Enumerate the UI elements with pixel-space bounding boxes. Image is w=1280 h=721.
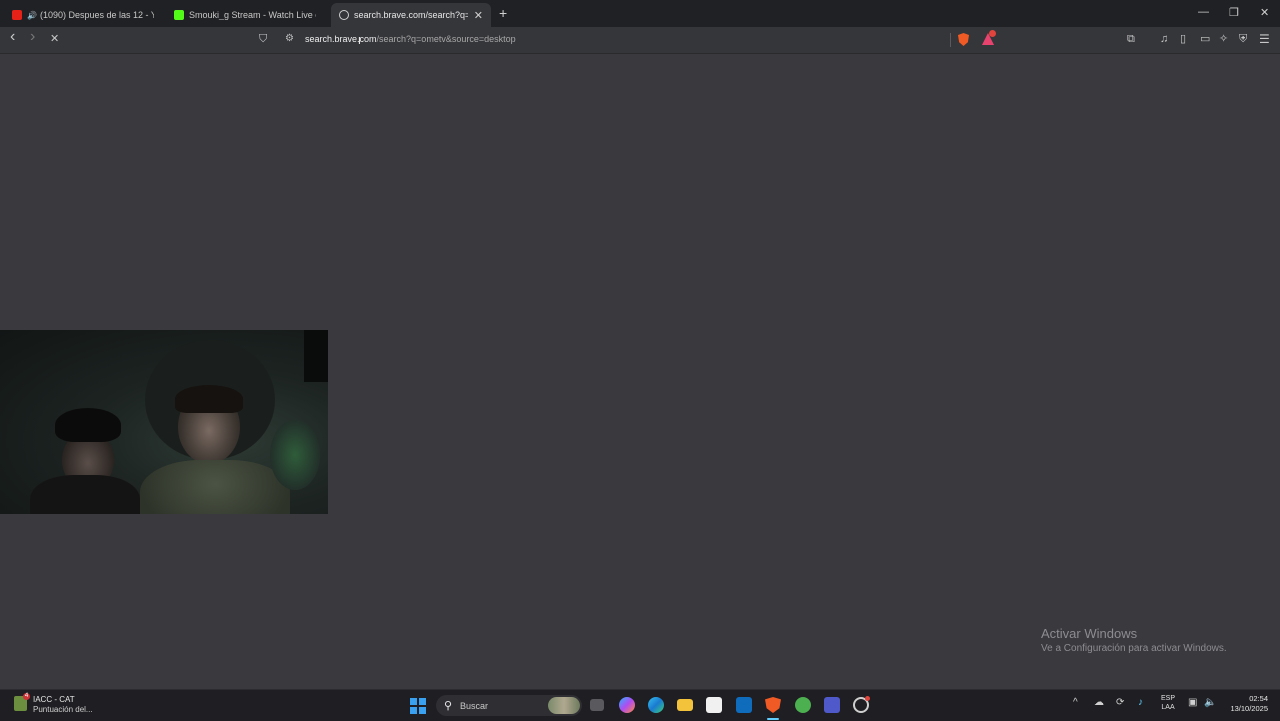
search-icon: ⚲ xyxy=(444,700,453,712)
clock-date: 13/10/2025 xyxy=(1230,704,1268,713)
app-icon[interactable] xyxy=(795,697,811,713)
windows-logo-tile xyxy=(419,707,426,714)
hair xyxy=(175,385,243,413)
edge-icon[interactable] xyxy=(648,697,664,713)
notification-badge xyxy=(989,30,996,37)
youtube-icon xyxy=(12,10,22,20)
chevron-up-icon[interactable]: ^ xyxy=(1073,697,1078,708)
wallet-icon[interactable]: ▭ xyxy=(1200,32,1210,46)
site-info-icon[interactable]: ⚙ xyxy=(285,33,294,44)
copilot-icon[interactable] xyxy=(619,697,635,713)
tab-kick[interactable]: Smouki_g Stream - Watch Live on Ki xyxy=(166,3,324,27)
start-button[interactable] xyxy=(410,698,426,714)
microphone-icon[interactable]: ♪ xyxy=(1138,697,1143,708)
globe-icon xyxy=(339,10,349,20)
new-tab-button[interactable]: + xyxy=(499,5,507,21)
leo-ai-icon[interactable]: ✧ xyxy=(1219,32,1228,46)
tab-brave-search[interactable]: search.brave.com/search?q=ome ✕ xyxy=(331,3,491,27)
green-light xyxy=(270,420,320,490)
dark-shirt xyxy=(30,475,140,514)
search-highlight-image xyxy=(548,697,580,714)
speaker-icon[interactable]: 🔊 xyxy=(27,11,37,20)
media-icon[interactable]: ♫ xyxy=(1160,32,1168,46)
windows-logo-tile xyxy=(419,698,426,705)
mouse-cursor-icon: I xyxy=(358,36,361,47)
language-indicator[interactable]: ESP LAA xyxy=(1161,694,1175,712)
windows-logo-tile xyxy=(410,698,417,705)
notification-badge xyxy=(865,696,870,701)
browser-toolbar: ‹ › ✕ ⛉ ⚙ search.brave.com/search?q=omet… xyxy=(0,27,1280,54)
activation-subtitle: Ve a Configuración para activar Windows. xyxy=(1041,643,1227,654)
microsoft-store-icon[interactable] xyxy=(706,697,722,713)
system-clock[interactable]: 02:54 13/10/2025 xyxy=(1230,694,1268,714)
keyboard-layout: LAA xyxy=(1161,704,1175,711)
sync-icon[interactable]: ⟳ xyxy=(1116,697,1124,708)
onedrive-icon[interactable]: ☁ xyxy=(1094,697,1104,708)
tab-title: Smouki_g Stream - Watch Live on Ki xyxy=(189,10,316,20)
divider xyxy=(950,33,951,47)
close-window-icon[interactable]: ✕ xyxy=(1260,6,1269,19)
windows-logo-tile xyxy=(410,707,417,714)
tab-strip: 🔊 (1090) Despues de las 12 - YouTu Smouk… xyxy=(0,0,1280,27)
minimize-icon[interactable]: — xyxy=(1198,6,1209,18)
activation-title: Activar Windows xyxy=(1041,626,1138,641)
tab-title: search.brave.com/search?q=ome xyxy=(354,10,468,20)
search-placeholder: Buscar xyxy=(460,701,489,711)
bookmark-icon[interactable]: ⛉ xyxy=(259,32,267,46)
teams-icon[interactable] xyxy=(824,697,840,713)
widget-title: IACC - CAT xyxy=(33,695,75,704)
sidebar-icon[interactable]: ▯ xyxy=(1180,32,1186,46)
page-content: Activar Windows Ve a Configuración para … xyxy=(0,54,1280,689)
language-code: ESP xyxy=(1161,695,1176,702)
vpn-icon[interactable]: ⛨ xyxy=(1239,32,1247,46)
volume-icon[interactable]: 🔈 xyxy=(1204,697,1216,708)
cap xyxy=(55,408,121,442)
brave-icon[interactable] xyxy=(765,697,781,713)
file-explorer-icon[interactable] xyxy=(677,699,693,711)
tab-title: (1090) Despues de las 12 - YouTu xyxy=(39,10,154,20)
dark-corner xyxy=(304,330,328,382)
address-bar[interactable]: ⚙ search.brave.com/search?q=ometv&source… xyxy=(280,29,1000,51)
clock-time: 02:54 xyxy=(1249,694,1268,703)
forward-icon[interactable]: › xyxy=(30,29,35,45)
url-path: /search?q=ometv&source=desktop xyxy=(376,34,516,44)
brave-shields-icon[interactable] xyxy=(958,33,969,46)
widget-badge: 4 xyxy=(23,693,30,700)
stop-loading-icon[interactable]: ✕ xyxy=(50,32,59,46)
menu-icon[interactable]: ☰ xyxy=(1259,32,1270,46)
screenshot-icon[interactable]: ⧉ xyxy=(1127,32,1135,46)
windows-taskbar: 4 IACC - CAT Puntuación del... ⚲ Buscar … xyxy=(0,689,1280,721)
webcam-video xyxy=(0,330,328,514)
outlook-icon[interactable] xyxy=(736,697,752,713)
kick-icon xyxy=(174,10,184,20)
tab-youtube[interactable]: 🔊 (1090) Despues de las 12 - YouTu xyxy=(4,3,162,27)
camo-shirt xyxy=(140,460,290,514)
back-icon[interactable]: ‹ xyxy=(10,29,15,45)
task-view-icon[interactable] xyxy=(590,699,604,711)
url-text[interactable]: search.brave.com/search?q=ometv&source=d… xyxy=(305,34,516,44)
restore-icon[interactable]: ❐ xyxy=(1229,6,1239,19)
widget-subtitle: Puntuación del... xyxy=(33,705,93,714)
close-tab-icon[interactable]: ✕ xyxy=(468,9,483,22)
network-icon[interactable]: ▣ xyxy=(1188,697,1197,708)
url-host: search.brave.com xyxy=(305,34,377,44)
taskbar-search[interactable]: ⚲ Buscar xyxy=(436,695,582,716)
